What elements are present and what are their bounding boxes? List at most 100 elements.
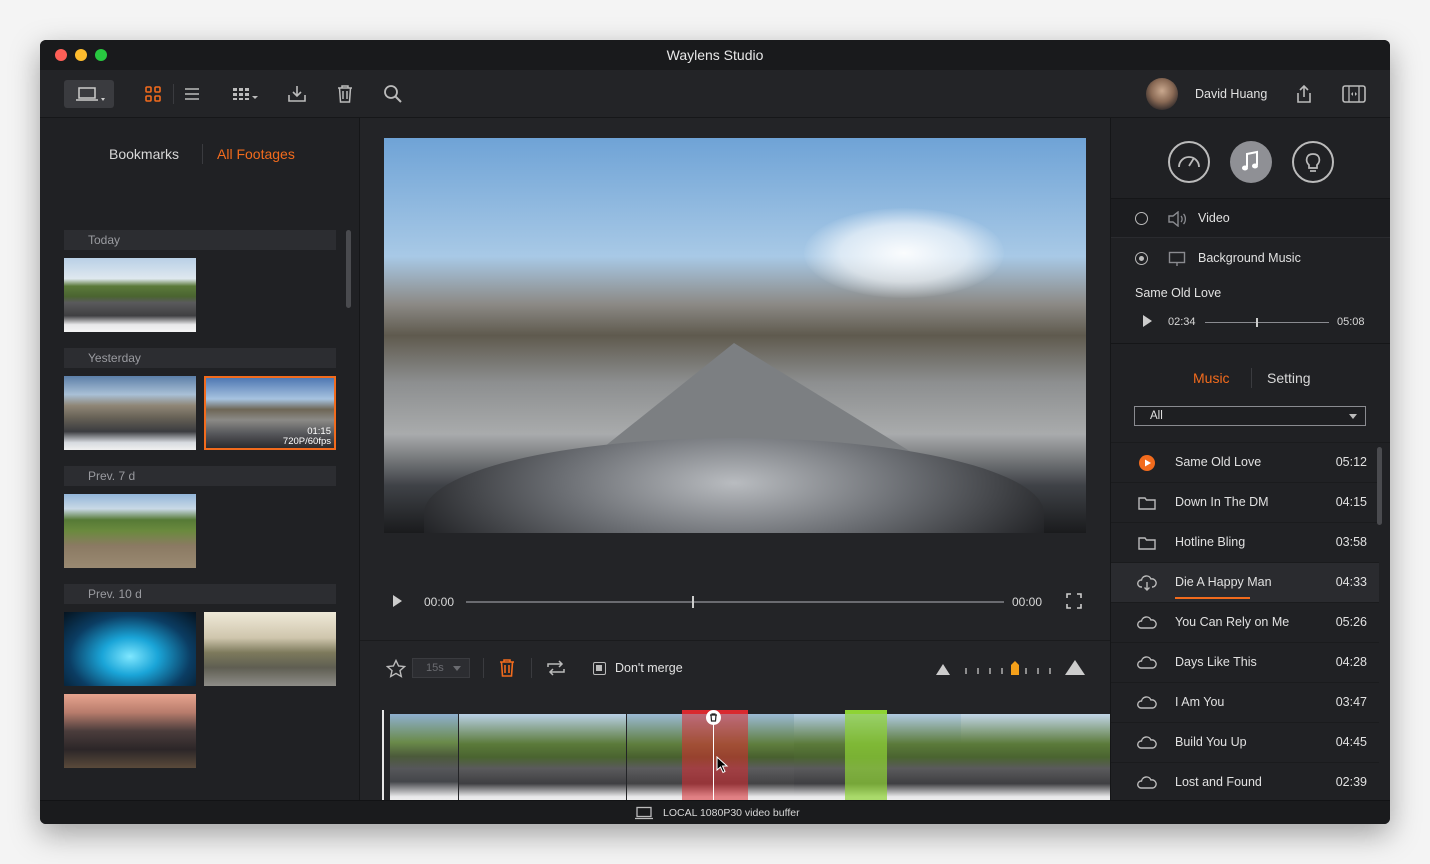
fullscreen-button[interactable]	[1066, 593, 1082, 609]
list-icon	[185, 88, 199, 100]
timeline-delete-region[interactable]	[682, 710, 748, 812]
tab-music[interactable]: Music	[1193, 370, 1230, 386]
speedometer-icon	[1178, 156, 1200, 168]
delete-clip-button[interactable]	[498, 658, 516, 678]
background-music-label: Background Music	[1198, 251, 1301, 265]
music-panel-divider	[1111, 343, 1390, 344]
timeline[interactable]	[382, 710, 1110, 812]
search-icon	[384, 85, 402, 103]
checkbox-inner	[596, 665, 602, 671]
timeline-frame	[459, 714, 626, 808]
tab-all-footages[interactable]: All Footages	[217, 146, 295, 162]
video-preview[interactable]	[384, 138, 1086, 533]
zoom-out-button[interactable]	[936, 662, 950, 675]
background-music-radio[interactable]	[1135, 252, 1148, 265]
tips-mode-button[interactable]	[1292, 141, 1334, 183]
music-list-item[interactable]: Lost and Found 02:39	[1111, 763, 1379, 800]
tab-bookmarks[interactable]: Bookmarks	[109, 146, 179, 162]
radio-dot	[1138, 255, 1144, 261]
timeline-highlight-region[interactable]	[845, 710, 887, 812]
music-list-item[interactable]: Down In The DM 04:15	[1111, 483, 1379, 523]
seek-bar[interactable]	[466, 596, 1004, 608]
zoom-ticks	[965, 668, 1051, 674]
grid-view-button[interactable]	[141, 82, 165, 106]
clip-length-select[interactable]: 15s	[412, 658, 470, 678]
dont-merge-label[interactable]: Don't merge	[615, 661, 683, 675]
music-list-item[interactable]: Build You Up 04:45	[1111, 723, 1379, 763]
chevron-down-icon	[453, 666, 461, 671]
tab-divider	[202, 144, 203, 164]
delete-button[interactable]	[333, 82, 357, 106]
footage-thumbnail[interactable]	[204, 612, 336, 686]
trash-icon	[710, 713, 717, 722]
trash-icon	[338, 85, 352, 103]
footage-thumbnail[interactable]	[64, 612, 196, 686]
track-progress[interactable]	[1205, 318, 1329, 327]
music-filter-select[interactable]: All	[1134, 406, 1366, 426]
tab-setting[interactable]: Setting	[1267, 370, 1311, 386]
repeat-icon	[547, 660, 565, 676]
music-list-item[interactable]: I Am You 03:47	[1111, 683, 1379, 723]
music-list-item-downloading[interactable]: Die A Happy Man 04:33	[1111, 563, 1379, 603]
music-duration: 03:47	[1335, 695, 1367, 709]
music-list-item[interactable]: Hotline Bling 03:58	[1111, 523, 1379, 563]
track-progress-handle[interactable]	[1255, 318, 1258, 327]
zoom-slider[interactable]	[964, 661, 1056, 675]
music-list-scrollbar[interactable]	[1377, 447, 1382, 525]
video-audio-radio[interactable]	[1135, 212, 1148, 225]
seek-handle[interactable]	[691, 596, 694, 608]
music-list-item[interactable]: Same Old Love 05:12	[1111, 443, 1379, 483]
footage-thumbnail[interactable]	[64, 694, 196, 768]
download-tray-icon	[288, 86, 306, 102]
footage-thumbnail-selected[interactable]: 01:15 720P/60fps	[204, 376, 336, 450]
title-bar: Waylens Studio	[40, 40, 1390, 70]
track-play-button[interactable]	[1141, 314, 1153, 328]
cursor-pointer-icon	[716, 755, 730, 774]
zoom-handle-icon	[1011, 661, 1019, 675]
search-button[interactable]	[381, 82, 405, 106]
music-list-item[interactable]: Days Like This 04:28	[1111, 643, 1379, 683]
footage-thumbnail[interactable]	[64, 494, 196, 568]
end-time: 00:00	[1012, 595, 1043, 609]
layout-menu-button[interactable]	[230, 82, 262, 106]
mountain-small-icon	[936, 664, 950, 675]
zoom-handle[interactable]	[1011, 661, 1019, 675]
share-button[interactable]	[1292, 82, 1316, 106]
avatar[interactable]	[1146, 78, 1178, 110]
music-list: Same Old Love 05:12 Down In The DM 04:15…	[1111, 442, 1390, 800]
music-mode-button[interactable]	[1230, 141, 1272, 183]
remove-region-button[interactable]	[706, 710, 721, 725]
footage-thumbnail[interactable]	[64, 376, 196, 450]
music-title: Lost and Found	[1175, 775, 1262, 789]
star-icon	[385, 658, 407, 678]
laptop-icon	[635, 806, 653, 820]
play-button[interactable]	[390, 594, 404, 608]
timeline-frame	[390, 714, 458, 808]
music-list-item[interactable]: You Can Rely on Me 05:26	[1111, 603, 1379, 643]
loop-button[interactable]	[546, 659, 566, 677]
timeline-start-marker	[382, 710, 384, 812]
device-selector-button[interactable]	[64, 80, 114, 108]
current-track-name: Same Old Love	[1135, 286, 1222, 300]
timeline-playhead[interactable]	[713, 716, 714, 812]
library-scrollbar[interactable]	[346, 230, 351, 308]
video-audio-row[interactable]: Video	[1111, 198, 1390, 238]
background-music-row[interactable]: Background Music	[1111, 239, 1390, 279]
dont-merge-checkbox[interactable]	[593, 662, 606, 675]
zoom-in-button[interactable]	[1065, 659, 1085, 675]
music-duration: 04:28	[1335, 655, 1367, 669]
speed-mode-button[interactable]	[1168, 141, 1210, 183]
user-name[interactable]: David Huang	[1195, 87, 1267, 101]
fullscreen-layout-button[interactable]	[1340, 82, 1368, 106]
bookmark-button[interactable]	[385, 658, 407, 679]
status-text: LOCAL 1080P30 video buffer	[663, 807, 800, 819]
footage-thumbnail[interactable]	[64, 258, 196, 332]
list-view-button[interactable]	[180, 82, 204, 106]
music-duration: 02:39	[1335, 775, 1367, 789]
section-header-yesterday: Yesterday	[64, 348, 336, 368]
window-title: Waylens Studio	[666, 47, 764, 63]
import-button[interactable]	[285, 82, 309, 106]
play-icon	[1143, 315, 1152, 327]
share-icon	[1297, 84, 1311, 103]
folder-icon	[1138, 497, 1156, 510]
